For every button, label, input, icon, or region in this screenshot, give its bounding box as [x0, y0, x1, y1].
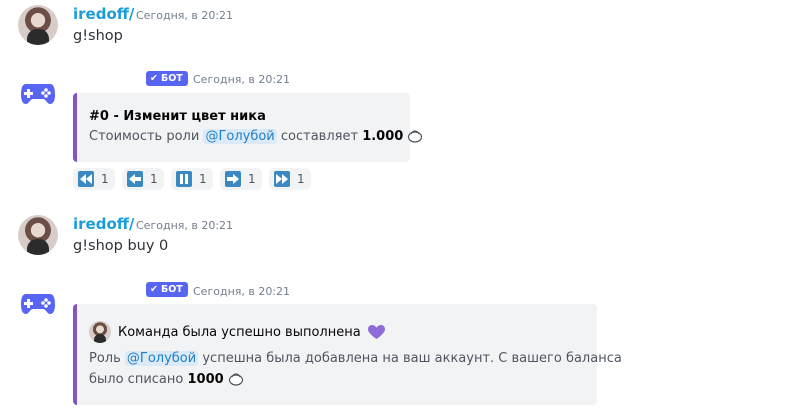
bot-badge: ✔ БОТ: [146, 282, 188, 297]
bot-badge: ✔ БОТ: [146, 71, 188, 86]
embed-text: успешна была добавлена на ваш аккаунт. С…: [202, 351, 622, 366]
timestamp: Сегодня, в 20:21: [136, 9, 234, 22]
amount: 1000: [187, 372, 224, 387]
arrow-right-icon: [225, 171, 241, 187]
embed-description-line-2: было списано 1000: [89, 372, 244, 387]
reaction-last[interactable]: 1: [269, 168, 311, 190]
rewind-first-icon: [78, 171, 94, 187]
reaction-pause[interactable]: 1: [171, 168, 213, 190]
message-content: g!shop: [73, 28, 123, 44]
embed: #0 - Изменит цвет ника Стоимость роли @Г…: [73, 93, 423, 162]
reaction-first[interactable]: 1: [73, 168, 115, 190]
embed-author: Команда была успешно выполнена: [89, 321, 385, 343]
bot-badge-label: БОТ: [160, 284, 183, 295]
bot-badge-label: БОТ: [160, 73, 183, 84]
check-icon: ✔: [150, 284, 158, 295]
message-content: g!shop buy 0: [73, 238, 169, 254]
embed-text: Стоимость роли: [89, 129, 200, 144]
user-avatar[interactable]: [18, 215, 58, 255]
embed: Команда была успешно выполнена Роль @Гол…: [73, 304, 622, 405]
user-avatar[interactable]: [18, 5, 58, 45]
embed-text: составляет: [280, 129, 359, 144]
embed-title: #0 - Изменит цвет ника: [89, 109, 266, 124]
arrow-left-icon: [127, 171, 143, 187]
embed-text: было списано: [89, 372, 184, 387]
gamepad-icon: [21, 294, 55, 314]
reaction-count: 1: [199, 172, 207, 186]
bot-avatar[interactable]: [18, 73, 58, 113]
reaction-count: 1: [248, 172, 256, 186]
gamepad-icon: [21, 84, 55, 104]
check-icon: ✔: [150, 73, 158, 84]
pause-icon: [176, 171, 192, 187]
bot-avatar[interactable]: [18, 283, 58, 323]
embed-text: Роль: [89, 351, 121, 366]
embed-description: Стоимость роли @Голубой составляет 1.000: [89, 129, 423, 144]
amount: 1.000: [362, 129, 404, 144]
embed-author-name: Команда была успешно выполнена: [118, 324, 361, 340]
role-mention[interactable]: @Голубой: [124, 351, 199, 366]
reaction-count: 1: [150, 172, 158, 186]
coin-icon: [408, 130, 423, 143]
timestamp: Сегодня, в 20:21: [136, 219, 234, 232]
username[interactable]: iredoff/: [73, 5, 134, 23]
embed-description-line-1: Роль @Голубой успешна была добавлена на …: [89, 351, 622, 366]
username[interactable]: iredoff/: [73, 215, 134, 233]
reaction-next[interactable]: 1: [220, 168, 262, 190]
reaction-count: 1: [101, 172, 109, 186]
purple-heart-icon: [367, 324, 385, 339]
fast-forward-last-icon: [274, 171, 290, 187]
coin-icon: [228, 373, 243, 386]
timestamp: Сегодня, в 20:21: [193, 73, 291, 86]
reaction-count: 1: [297, 172, 305, 186]
embed-author-avatar: [89, 321, 111, 343]
role-mention[interactable]: @Голубой: [203, 129, 277, 144]
reaction-previous[interactable]: 1: [122, 168, 164, 190]
timestamp: Сегодня, в 20:21: [193, 285, 291, 298]
